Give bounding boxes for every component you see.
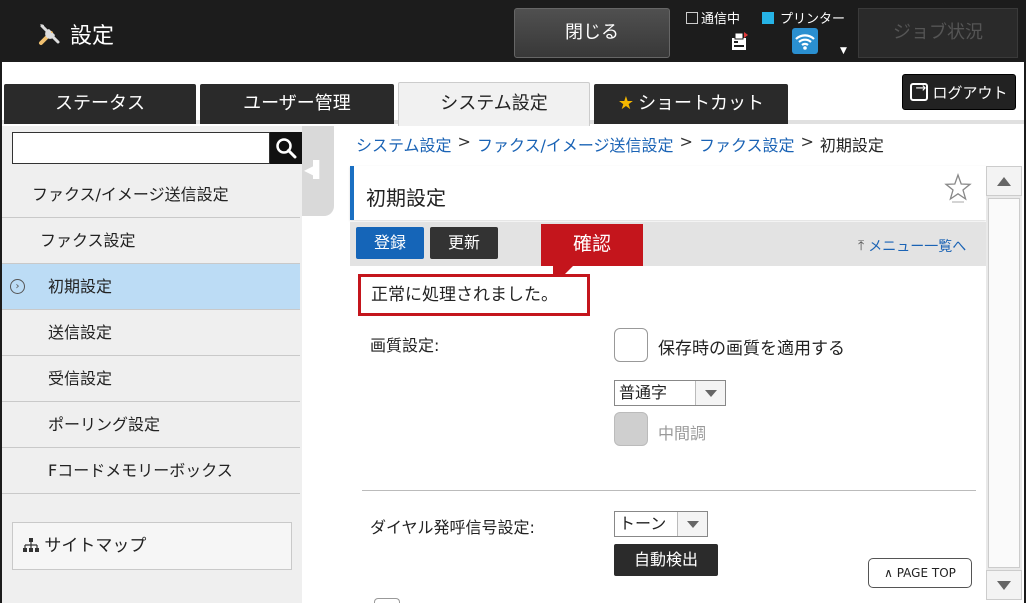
dial-signal-select[interactable]: トーン xyxy=(614,511,708,537)
breadcrumb-link-fax-image-send[interactable]: ファクス/イメージ送信設定 xyxy=(477,132,674,156)
apply-saved-quality-checkbox[interactable] xyxy=(614,328,648,362)
image-quality-label: 画質設定: xyxy=(370,336,440,355)
search-icon xyxy=(276,138,297,159)
page-top-label: PAGE TOP xyxy=(896,566,956,580)
quality-select-value: 普通字 xyxy=(619,383,668,402)
printer-status-label: プリンター xyxy=(780,12,846,27)
section-divider xyxy=(362,490,976,491)
tab-system-settings[interactable]: システム設定 xyxy=(398,82,590,126)
sidebar-item-fax-settings[interactable]: ファクス設定 xyxy=(2,218,300,264)
sitemap-icon xyxy=(23,538,39,552)
sitemap-label: サイトマップ xyxy=(44,536,147,556)
scrollbar-thumb[interactable] xyxy=(988,198,1020,568)
success-message: 正常に処理されました。 xyxy=(358,274,590,316)
back-to-top-icon: ⤒ xyxy=(858,238,865,254)
menu-list-link[interactable]: ⤒ メニュー一覧へ xyxy=(858,236,966,256)
wifi-icon[interactable] xyxy=(792,28,818,54)
update-button[interactable]: 更新 xyxy=(430,227,498,259)
tab-shortcut[interactable]: ★ ショートカット xyxy=(594,84,788,124)
sidebar-item-label: 初期設定 xyxy=(48,277,113,296)
breadcrumb-link-fax-settings[interactable]: ファクス設定 xyxy=(699,132,795,156)
sidebar-item-send-settings[interactable]: 送信設定 xyxy=(2,310,300,356)
fax-icon xyxy=(732,32,748,50)
sidebar-item-fax-image-send[interactable]: ファクス/イメージ送信設定 xyxy=(2,172,300,218)
chevron-right-icon: › xyxy=(10,279,25,294)
chevron-up-icon: ∧ xyxy=(884,566,897,580)
partial-checkbox[interactable] xyxy=(374,598,400,603)
page-title: 初期設定 xyxy=(366,186,446,210)
breadcrumb-separator: > xyxy=(800,132,814,151)
sidebar-item-fcode-memory-box[interactable]: Fコードメモリーボックス xyxy=(2,448,300,494)
comm-status: 通信中 xyxy=(686,8,740,27)
breadcrumb: システム設定 > ファクス/イメージ送信設定 > ファクス設定 > 初期設定 xyxy=(356,132,884,156)
status-dropdown-icon[interactable]: ▼ xyxy=(840,46,847,56)
collapse-arrow-icon: ◀▌ xyxy=(304,160,326,179)
logout-label: ログアウト xyxy=(932,83,1008,102)
page-top-button[interactable]: ∧ PAGE TOP xyxy=(868,558,972,588)
quality-select[interactable]: 普通字 xyxy=(614,380,726,406)
apply-saved-quality-label: 保存時の画質を適用する xyxy=(658,339,845,359)
star-icon: ★ xyxy=(617,93,635,114)
logout-button[interactable]: ログアウト xyxy=(902,74,1016,110)
breadcrumb-separator: > xyxy=(679,132,693,151)
sidebar-item-polling-settings[interactable]: ポーリング設定 xyxy=(2,402,300,448)
sitemap-link[interactable]: サイトマップ xyxy=(12,522,292,570)
app-title: 設定 xyxy=(36,18,114,50)
search-button[interactable] xyxy=(270,132,302,164)
comm-status-label: 通信中 xyxy=(701,12,741,27)
sidebar-item-initial-settings[interactable]: › 初期設定 xyxy=(2,264,300,310)
menu-list-label: メニュー一覧へ xyxy=(868,239,967,255)
breadcrumb-separator: > xyxy=(457,132,471,151)
dial-signal-label: ダイヤル発呼信号設定: xyxy=(370,518,535,537)
close-button[interactable]: 閉じる xyxy=(514,8,670,58)
tab-status[interactable]: ステータス xyxy=(4,84,196,124)
comm-status-box xyxy=(686,11,698,24)
app-title-text: 設定 xyxy=(70,24,115,49)
tab-user-management[interactable]: ユーザー管理 xyxy=(200,84,394,124)
printer-status-box xyxy=(762,11,774,24)
dropdown-arrow-icon xyxy=(695,381,725,405)
scroll-up-button[interactable] xyxy=(986,166,1022,196)
tab-shortcut-label: ショートカット xyxy=(638,93,765,114)
breadcrumb-current: 初期設定 xyxy=(819,136,884,155)
search-input[interactable] xyxy=(12,132,270,164)
confirm-callout: 確認 xyxy=(541,224,643,276)
scroll-down-button[interactable] xyxy=(986,570,1022,600)
dial-signal-select-value: トーン xyxy=(619,514,667,533)
halftone-label: 中間調 xyxy=(658,424,707,443)
dropdown-arrow-icon xyxy=(677,512,707,536)
sidebar-item-receive-settings[interactable]: 受信設定 xyxy=(2,356,300,402)
auto-detect-button[interactable]: 自動検出 xyxy=(614,544,718,576)
halftone-checkbox xyxy=(614,412,648,446)
logout-icon xyxy=(910,81,929,101)
breadcrumb-link-system-settings[interactable]: システム設定 xyxy=(356,132,452,156)
favorite-star-icon[interactable] xyxy=(944,172,972,204)
register-button[interactable]: 登録 xyxy=(356,227,424,259)
job-status-button[interactable]: ジョブ状況 xyxy=(858,8,1018,58)
printer-status: プリンター xyxy=(762,8,845,27)
tools-icon xyxy=(39,24,60,45)
